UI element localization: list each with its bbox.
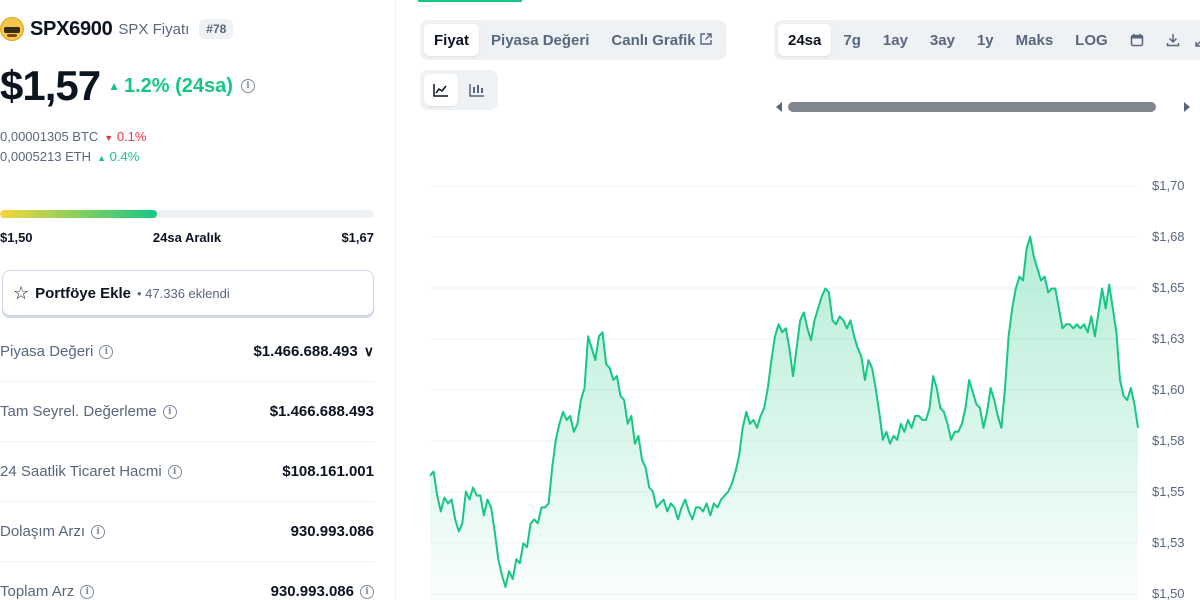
caret-up-icon: ▲ (108, 79, 120, 93)
stat-value: 930.993.086 (290, 523, 374, 540)
spx6900-logo (0, 17, 24, 41)
price-chart[interactable]: $1,70 $1,68 $1,65 $1,63 $1,60 $1,58 $1,55 $1,53… (420, 170, 1200, 600)
y-axis-tick-label: $1,65 (1152, 280, 1185, 295)
chart-view-toggle (420, 70, 498, 110)
stat-label: Piyasa Değeri i (0, 343, 114, 360)
price-area (430, 236, 1138, 600)
stat-label-text: Toplam Arz (0, 583, 75, 600)
stat-label: Toplam Arz i (0, 583, 95, 600)
range-high: $1,67 (341, 230, 374, 245)
range-7d[interactable]: 7g (833, 24, 871, 56)
eth-value: 0,0005213 ETH (0, 149, 92, 164)
stat-value: $1.466.688.493 ∨ (253, 343, 374, 360)
y-axis-tick-label: $1,53 (1152, 535, 1185, 550)
range-label: 24sa Aralık (152, 230, 222, 245)
info-icon[interactable]: i (360, 584, 374, 599)
stat-label: Dolaşım Arzı i (0, 523, 106, 540)
price-row: $1,57 ▲ 1.2% (24sa) i (0, 62, 255, 110)
stat-label-text: Dolaşım Arzı (0, 523, 86, 540)
stat-value: 930.993.086 i (271, 583, 374, 600)
stat-label: Tam Seyrel. Değerleme i (0, 403, 177, 420)
stat-label: 24 Saatlik Ticaret Hacmi i (0, 463, 182, 480)
range-log[interactable]: LOG (1065, 24, 1118, 56)
stat-row-total-supply: Toplam Arz i 930.993.086 i (0, 562, 374, 600)
y-axis-tick-label: $1,60 (1152, 382, 1185, 397)
coin-subtitle: SPX Fiyatı (118, 20, 190, 38)
tab-live-chart[interactable]: Canlı Grafik (601, 24, 721, 56)
line-chart-icon[interactable] (424, 74, 458, 106)
y-axis-tick-label: $1,68 (1152, 229, 1185, 244)
coin-header: SPX6900 SPX Fiyatı #78 (0, 16, 234, 42)
tab-live-chart-label: Canlı Grafik (611, 31, 696, 49)
scroll-right-arrow-icon[interactable] (1184, 102, 1190, 112)
info-icon[interactable]: i (99, 344, 114, 359)
btc-value: 0,00001305 BTC (0, 129, 99, 144)
eth-change-text: 0.4% (109, 149, 140, 164)
stat-label-text: Piyasa Değeri (0, 343, 94, 360)
range-1y[interactable]: 1y (967, 24, 1004, 56)
range-max[interactable]: Maks (1006, 24, 1064, 56)
stat-value: $108.161.001 (282, 463, 374, 480)
scroll-left-arrow-icon[interactable] (776, 102, 782, 112)
tab-price[interactable]: Fiyat (424, 24, 480, 56)
active-tab-indicator (418, 0, 522, 2)
star-icon: ☆ (13, 282, 30, 303)
range-low: $1,50 (0, 230, 33, 245)
caret-down-icon: ▼ (104, 133, 114, 143)
portfolio-count: • 47.336 eklendi (137, 285, 230, 301)
btc-conversion: 0,00001305 BTC ▼ 0.1% (0, 129, 146, 144)
stat-row-fdv: Tam Seyrel. Değerleme i $1.466.688.493 (0, 382, 374, 442)
price-change: ▲ 1.2% (24sa) (108, 75, 233, 98)
y-axis-tick-label: $1,63 (1152, 331, 1185, 346)
price-change-text: 1.2% (24sa) (124, 74, 233, 97)
info-icon[interactable]: i (240, 79, 255, 93)
info-icon[interactable]: i (167, 464, 182, 479)
info-icon[interactable]: i (80, 584, 95, 599)
btc-change: ▼ 0.1% (104, 129, 146, 144)
stat-value: $1.466.688.493 (269, 403, 374, 420)
y-axis-tick-label: $1,55 (1152, 484, 1185, 499)
stats-list: Piyasa Değeri i $1.466.688.493 ∨ Tam Seyre… (0, 322, 374, 600)
stat-row-market-cap[interactable]: Piyasa Değeri i $1.466.688.493 ∨ (0, 322, 374, 382)
info-icon[interactable]: i (91, 524, 106, 539)
rank-badge: #78 (199, 19, 234, 39)
fullscreen-icon[interactable] (1192, 24, 1200, 56)
stat-value-text: 930.993.086 (270, 583, 354, 600)
coin-name: SPX6900 (30, 17, 113, 40)
download-icon[interactable] (1156, 24, 1190, 56)
stat-row-circulating-supply: Dolaşım Arzı i 930.993.086 (0, 502, 374, 562)
calendar-icon[interactable] (1120, 24, 1154, 56)
range-24h[interactable]: 24sa (778, 24, 832, 56)
range-3m[interactable]: 3ay (920, 24, 965, 56)
external-link-icon (699, 32, 712, 48)
range-bar (0, 210, 374, 218)
range-1m[interactable]: 1ay (873, 24, 918, 56)
y-axis-tick-label: $1,58 (1152, 433, 1185, 448)
tab-market-cap[interactable]: Piyasa Değeri (481, 24, 599, 56)
stat-row-volume: 24 Saatlik Ticaret Hacmi i $108.161.001 (0, 442, 374, 502)
y-axis-tick-label: $1,70 (1152, 178, 1185, 193)
btc-change-text: 0.1% (116, 129, 147, 144)
price-value: $1,57 (0, 62, 101, 109)
stat-value-text: $1.466.688.493 (253, 343, 358, 360)
stat-label-text: Tam Seyrel. Değerleme (0, 403, 157, 420)
scrollbar-thumb[interactable] (788, 102, 1156, 112)
chart-scrollbar[interactable] (776, 101, 1190, 113)
range-labels: $1,50 24sa Aralık $1,67 (0, 230, 374, 245)
caret-up-icon: ▲ (97, 153, 106, 163)
eth-change: ▲ 0.4% (97, 149, 139, 164)
info-icon[interactable]: i (162, 404, 177, 419)
chevron-down-icon[interactable]: ∨ (364, 343, 374, 360)
add-to-portfolio-button[interactable]: ☆ Portföye Ekle • 47.336 eklendi (2, 270, 374, 316)
time-range-tabs: 24sa 7g 1ay 3ay 1y Maks LOG (774, 20, 1200, 60)
y-axis-tick-label: $1,50 (1152, 586, 1185, 600)
candlestick-icon[interactable] (460, 74, 494, 106)
portfolio-label: Portföye Ekle (35, 284, 132, 302)
stat-label-text: 24 Saatlik Ticaret Hacmi (0, 463, 162, 480)
chart-type-tabs: Fiyat Piyasa Değeri Canlı Grafik (420, 20, 726, 60)
coin-info-panel: SPX6900 SPX Fiyatı #78 $1,57 ▲ 1.2% (24s… (0, 0, 396, 600)
range-bar-fill (0, 210, 158, 218)
eth-conversion: 0,0005213 ETH ▲ 0.4% (0, 149, 139, 164)
